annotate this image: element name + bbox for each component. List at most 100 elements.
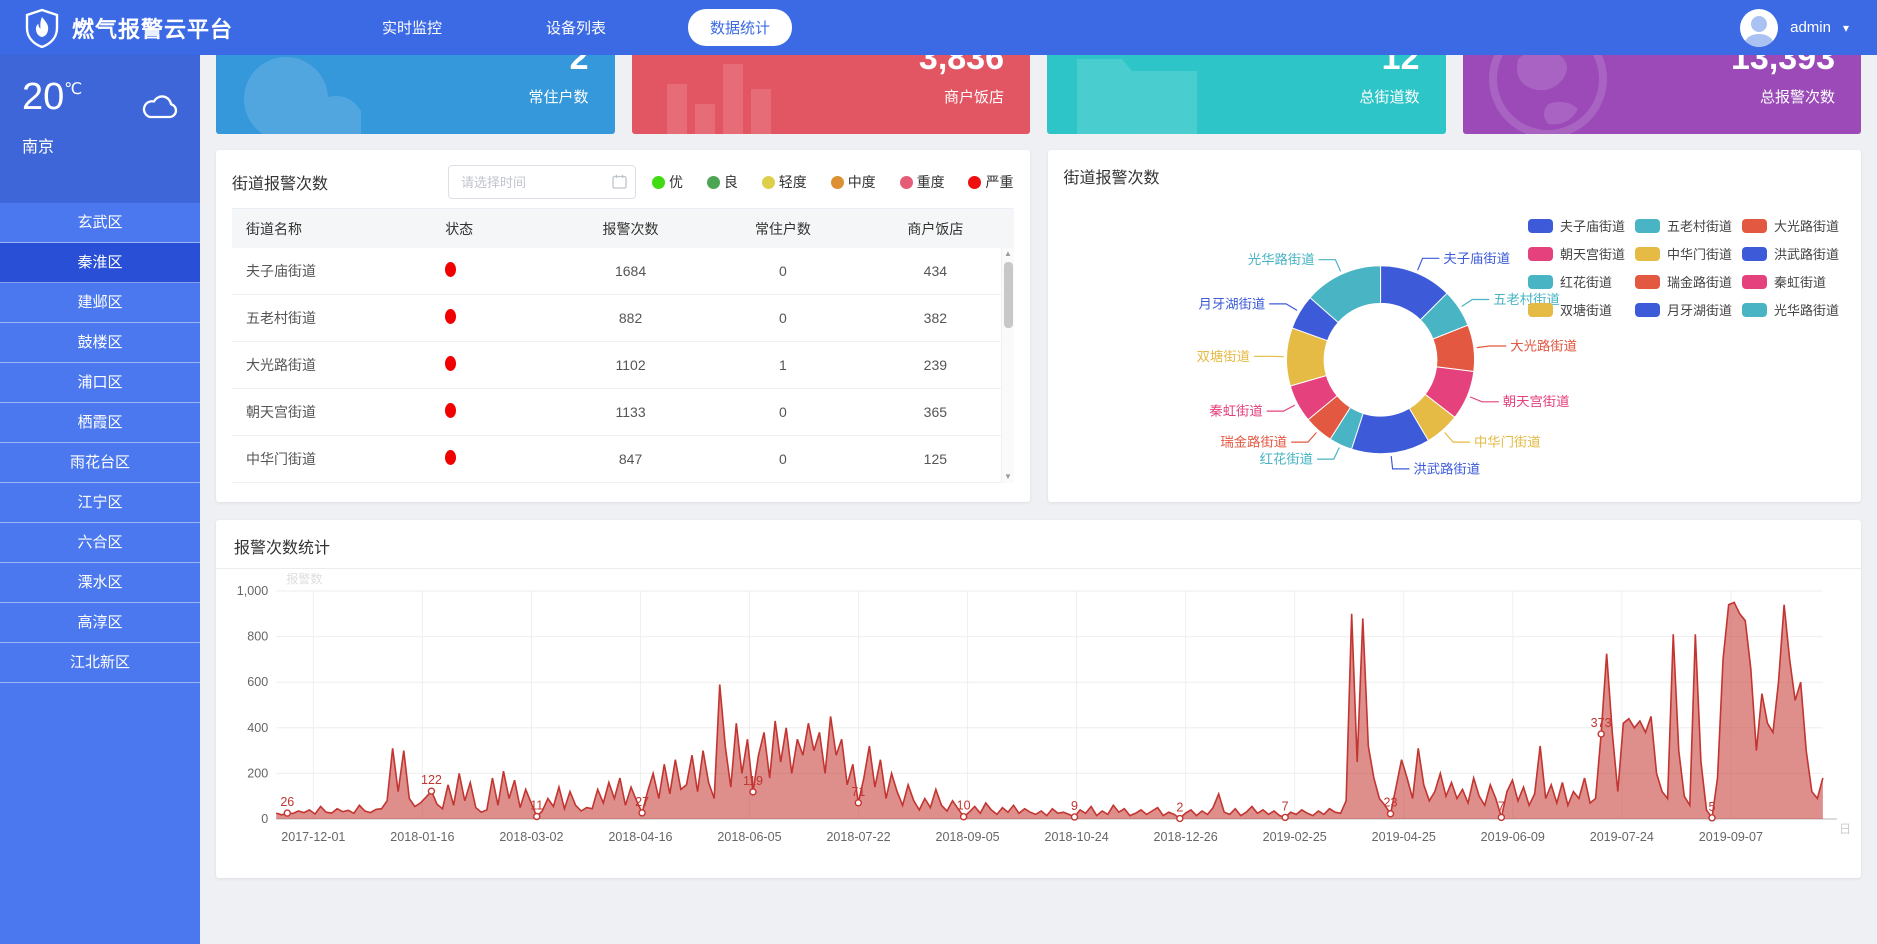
sidebar-item-district[interactable]: 玄武区 [0,203,200,243]
data-point-marker[interactable] [428,788,434,794]
y-axis-tick-label: 400 [247,721,268,735]
data-point-marker[interactable] [1709,815,1715,821]
merchants-cell: 382 [857,310,1013,326]
table-row[interactable]: 朝天宫街道11330365 [232,389,1014,436]
donut-callout-label: 中华门街道 [1473,435,1540,450]
donut-callout-line [1461,299,1489,306]
avatar-person-icon [1751,16,1767,32]
data-point-marker[interactable] [284,810,290,816]
data-point-marker[interactable] [1177,816,1183,822]
data-point-marker[interactable] [534,813,540,819]
street-name-cell: 夫子庙街道 [232,261,435,281]
y-axis-tick-label: 0 [261,812,268,826]
data-point-marker[interactable] [855,800,861,806]
sidebar-item-district[interactable]: 六合区 [0,523,200,563]
donut-legend-item[interactable]: 红花街道 [1528,272,1625,291]
calendar-icon[interactable] [612,174,627,194]
cloud-icon [140,93,180,126]
donut-legend-item[interactable]: 月牙湖街道 [1635,300,1732,319]
data-point-marker[interactable] [1387,811,1393,817]
status-cell [435,356,552,374]
nav-item-0[interactable]: 实时监控 [360,9,464,46]
sidebar-item-district[interactable]: 鼓楼区 [0,323,200,363]
alarm-trend-area-chart[interactable]: 02004006008001,0002017-12-012018-01-1620… [224,573,1851,861]
merchants-cell: 434 [857,263,1013,279]
status-legend-item: 轻度 [762,172,807,192]
donut-callout-line [1470,397,1499,402]
table-row[interactable]: 夫子庙街道16840434 [232,248,1014,295]
street-name-cell: 中华门街道 [232,449,435,469]
data-point-marker[interactable] [750,789,756,795]
donut-legend-item[interactable]: 五老村街道 [1635,216,1732,235]
x-axis-tick-label: 2019-02-25 [1263,830,1327,844]
street-name-cell: 五老村街道 [232,308,435,328]
sidebar-item-district[interactable]: 溧水区 [0,563,200,603]
nav-item-2[interactable]: 数据统计 [688,9,792,46]
donut-legend-item[interactable]: 秦虹街道 [1742,272,1839,291]
area-fill [276,602,1823,819]
alarm-status-dot [445,309,456,324]
data-point-marker[interactable] [1498,814,1504,820]
donut-legend-item[interactable]: 大光路街道 [1742,216,1839,235]
donut-callout-line [1391,456,1409,469]
data-point-marker[interactable] [1282,814,1288,820]
sidebar-item-district[interactable]: 江北新区 [0,643,200,683]
sidebar-item-district[interactable]: 高淳区 [0,603,200,643]
table-scrollbar[interactable]: ▲ ▼ [1001,248,1014,483]
data-point-marker[interactable] [961,814,967,820]
sidebar-item-district[interactable]: 浦口区 [0,363,200,403]
donut-legend: 夫子庙街道五老村街道大光路街道朝天宫街道中华门街道 洪武路街道红花街道瑞金路街道 秦… [1528,216,1839,319]
status-dot-icon [968,176,981,189]
x-axis-tick-label: 2018-07-22 [826,830,890,844]
sidebar-item-district[interactable]: 建邺区 [0,283,200,323]
sidebar-item-district[interactable]: 江宁区 [0,483,200,523]
donut-legend-label: 双塘街道 [1560,300,1612,319]
donut-legend-label: 洪武路街道 [1774,244,1839,263]
donut-legend-item[interactable]: 中华门街道 [1635,244,1732,263]
donut-legend-item[interactable]: 洪武路街道 [1742,244,1839,263]
table-header-cell: 街道名称 [232,219,435,239]
brand: 燃气报警云平台 [0,8,300,48]
residents-cell: 0 [709,404,857,420]
scroll-up-icon[interactable]: ▲ [1002,248,1015,260]
donut-legend-item[interactable]: 夫子庙街道 [1528,216,1625,235]
alarm-count-cell: 1102 [552,357,708,373]
donut-legend-label: 夫子庙街道 [1560,216,1625,235]
donut-legend-item[interactable]: 光华路街道 [1742,300,1839,319]
username: admin [1790,19,1831,36]
chevron-down-icon[interactable]: ▾ [1843,21,1849,35]
user-avatar[interactable] [1740,9,1778,47]
data-point-marker[interactable] [1071,814,1077,820]
data-point-marker[interactable] [1598,731,1604,737]
nav-item-1[interactable]: 设备列表 [524,9,628,46]
user-area[interactable]: admin ▾ [1740,9,1877,47]
donut-callout-label: 双塘街道 [1196,349,1249,364]
alarm-count-cell: 882 [552,310,708,326]
scrollbar-thumb[interactable] [1004,262,1013,328]
status-legend-label: 优 [669,172,683,192]
table-row[interactable]: 五老村街道8820382 [232,295,1014,342]
data-point-label: 23 [1384,796,1398,810]
donut-legend-item[interactable]: 瑞金路街道 [1635,272,1732,291]
status-cell [435,309,552,327]
x-axis-tick-label: 2018-01-16 [390,830,454,844]
table-header-cell: 报警次数 [552,219,708,239]
legend-swatch-icon [1635,219,1660,233]
donut-legend-label: 秦虹街道 [1774,272,1826,291]
data-point-label: 71 [851,785,865,799]
sidebar-item-district[interactable]: 雨花台区 [0,443,200,483]
donut-legend-item[interactable]: 朝天宫街道 [1528,244,1625,263]
donut-callout-label: 夫子庙街道 [1443,251,1510,266]
data-point-marker[interactable] [639,810,645,816]
table-row[interactable]: 中华门街道8470125 [232,436,1014,483]
sidebar-item-district[interactable]: 秦淮区 [0,243,200,283]
status-dot-icon [707,176,720,189]
status-legend-item: 严重 [968,172,1013,192]
scroll-down-icon[interactable]: ▼ [1002,471,1015,483]
table-row[interactable]: 大光路街道11021239 [232,342,1014,389]
sidebar-item-district[interactable]: 栖霞区 [0,403,200,443]
date-picker-input[interactable] [448,165,636,199]
donut-legend-item[interactable]: 双塘街道 [1528,300,1625,319]
trend-panel-title: 报警次数统计 [234,540,330,557]
legend-swatch-icon [1635,275,1660,289]
